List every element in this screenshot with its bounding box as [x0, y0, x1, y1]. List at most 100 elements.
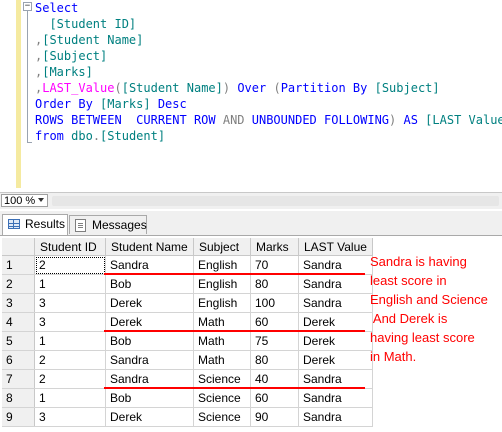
row-number[interactable]: 5: [2, 331, 35, 351]
table-row[interactable]: 8 1 Bob Science 60 Sandra: [2, 388, 373, 408]
cell-student-id[interactable]: 1: [34, 388, 106, 408]
cell-student-name[interactable]: Bob: [105, 388, 194, 408]
tab-results-label: Results: [25, 217, 66, 231]
code-token: [Student ID]: [35, 17, 137, 31]
cell-student-name[interactable]: Sandra: [105, 350, 194, 370]
code-token: [Subject]: [42, 49, 108, 63]
code-token: ): [222, 81, 238, 95]
zoom-bar: 100 %: [0, 192, 502, 209]
editor-gutter: [0, 0, 14, 190]
cell-last-value[interactable]: Sandra: [298, 293, 373, 313]
cell-subject[interactable]: English: [193, 293, 251, 313]
cell-marks[interactable]: 80: [250, 274, 299, 294]
cell-marks[interactable]: 60: [250, 388, 299, 408]
code-token: Desc: [157, 97, 187, 111]
cell-student-id[interactable]: 2: [34, 255, 106, 275]
cell-marks[interactable]: 90: [250, 407, 299, 427]
collapse-icon[interactable]: −: [23, 2, 32, 11]
fold-line: [27, 11, 28, 143]
code-token: [Student Name]: [121, 81, 223, 95]
annotation-underline: [103, 386, 365, 389]
cell-student-id[interactable]: 3: [34, 407, 106, 427]
cell-subject[interactable]: Math: [193, 331, 251, 351]
table-row[interactable]: 3 3 Derek English 100 Sandra: [2, 293, 373, 313]
column-header-student-id[interactable]: Student ID: [34, 238, 106, 256]
tab-messages-label: Messages: [92, 218, 147, 232]
cell-marks[interactable]: 80: [250, 350, 299, 370]
code-token: from: [35, 129, 72, 143]
row-number-header[interactable]: [2, 238, 35, 256]
fold-line-end: [27, 142, 32, 143]
code-token: dbo: [71, 129, 93, 143]
table-row[interactable]: 2 1 Bob English 80 Sandra: [2, 274, 373, 294]
cell-subject[interactable]: English: [193, 274, 251, 294]
cell-subject[interactable]: Science: [193, 407, 251, 427]
table-row[interactable]: 5 1 Bob Math 75 Derek: [2, 331, 373, 351]
table-row[interactable]: 6 2 Sandra Math 80 Derek: [2, 350, 373, 370]
result-tabs: Results Messages: [0, 211, 502, 236]
sql-editor[interactable]: − Select [Student ID] ,[Student Name] ,[…: [0, 0, 502, 190]
code-token: .: [92, 129, 101, 143]
row-number[interactable]: 8: [2, 388, 35, 408]
cell-student-id[interactable]: 2: [34, 350, 106, 370]
cell-last-value[interactable]: Sandra: [298, 407, 373, 427]
code-token: (: [114, 81, 122, 95]
cell-marks[interactable]: 75: [250, 331, 299, 351]
code-token: Order By: [35, 97, 101, 111]
cell-student-name[interactable]: Bob: [105, 274, 194, 294]
code-token: Partition By: [280, 81, 375, 95]
code-token: ROWS BETWEEN CURRENT ROW: [35, 113, 223, 127]
code-token: ): [389, 113, 404, 127]
row-number[interactable]: 1: [2, 255, 35, 275]
cell-student-name[interactable]: Derek: [105, 293, 194, 313]
grid-header-row: Student ID Student Name Subject Marks LA…: [2, 238, 373, 256]
grid-icon: [8, 219, 20, 229]
row-number[interactable]: 7: [2, 369, 35, 389]
column-header-last-value[interactable]: LAST Value: [298, 238, 373, 256]
change-tracking-bar: [16, 0, 21, 188]
code-token: Over: [237, 81, 274, 95]
code-token: Select: [35, 1, 79, 15]
code-token: UNBOUNDED FOLLOWING: [251, 113, 390, 127]
code-token: [Marks]: [42, 65, 93, 79]
column-header-subject[interactable]: Subject: [193, 238, 251, 256]
table-row[interactable]: 9 3 Derek Science 90 Sandra: [2, 407, 373, 427]
messages-icon: [75, 219, 86, 232]
grid-body: 1 2 Sandra English 70 Sandra 2 1 Bob English 80 San…: [2, 255, 373, 427]
cell-subject[interactable]: Science: [193, 388, 251, 408]
cell-marks[interactable]: 100: [250, 293, 299, 313]
code-token: [Subject]: [374, 81, 440, 95]
code-token: (: [273, 81, 281, 95]
cell-last-value[interactable]: Derek: [298, 331, 373, 351]
chevron-down-icon[interactable]: [38, 198, 44, 202]
cell-student-id[interactable]: 2: [34, 369, 106, 389]
code-token: [Student Name]: [42, 33, 144, 47]
code-token: AND: [222, 113, 252, 127]
cell-last-value[interactable]: Sandra: [298, 274, 373, 294]
cell-student-id[interactable]: 1: [34, 331, 106, 351]
cell-student-id[interactable]: 3: [34, 312, 106, 332]
cell-last-value[interactable]: Derek: [298, 350, 373, 370]
annotation-underline: [103, 272, 365, 275]
code-token: [LAST Value]: [425, 113, 502, 127]
column-header-student-name[interactable]: Student Name: [105, 238, 194, 256]
row-number[interactable]: 2: [2, 274, 35, 294]
results-grid: Student ID Student Name Subject Marks LA…: [2, 238, 373, 427]
row-number[interactable]: 6: [2, 350, 35, 370]
sql-code[interactable]: Select [Student ID] ,[Student Name] ,[Su…: [35, 0, 502, 144]
column-header-marks[interactable]: Marks: [250, 238, 299, 256]
cell-student-name[interactable]: Derek: [105, 407, 194, 427]
row-number[interactable]: 9: [2, 407, 35, 427]
cell-student-name[interactable]: Bob: [105, 331, 194, 351]
tab-messages[interactable]: Messages: [69, 215, 147, 234]
tab-results[interactable]: Results: [2, 214, 68, 235]
horizontal-scrollbar[interactable]: [52, 196, 499, 206]
cell-last-value[interactable]: Sandra: [298, 388, 373, 408]
row-number[interactable]: 4: [2, 312, 35, 332]
cell-subject[interactable]: Math: [193, 350, 251, 370]
cell-student-id[interactable]: 3: [34, 293, 106, 313]
row-number[interactable]: 3: [2, 293, 35, 313]
cell-student-id[interactable]: 1: [34, 274, 106, 294]
annotation-underline: [103, 329, 365, 332]
code-token: LAST_Value: [42, 81, 115, 95]
